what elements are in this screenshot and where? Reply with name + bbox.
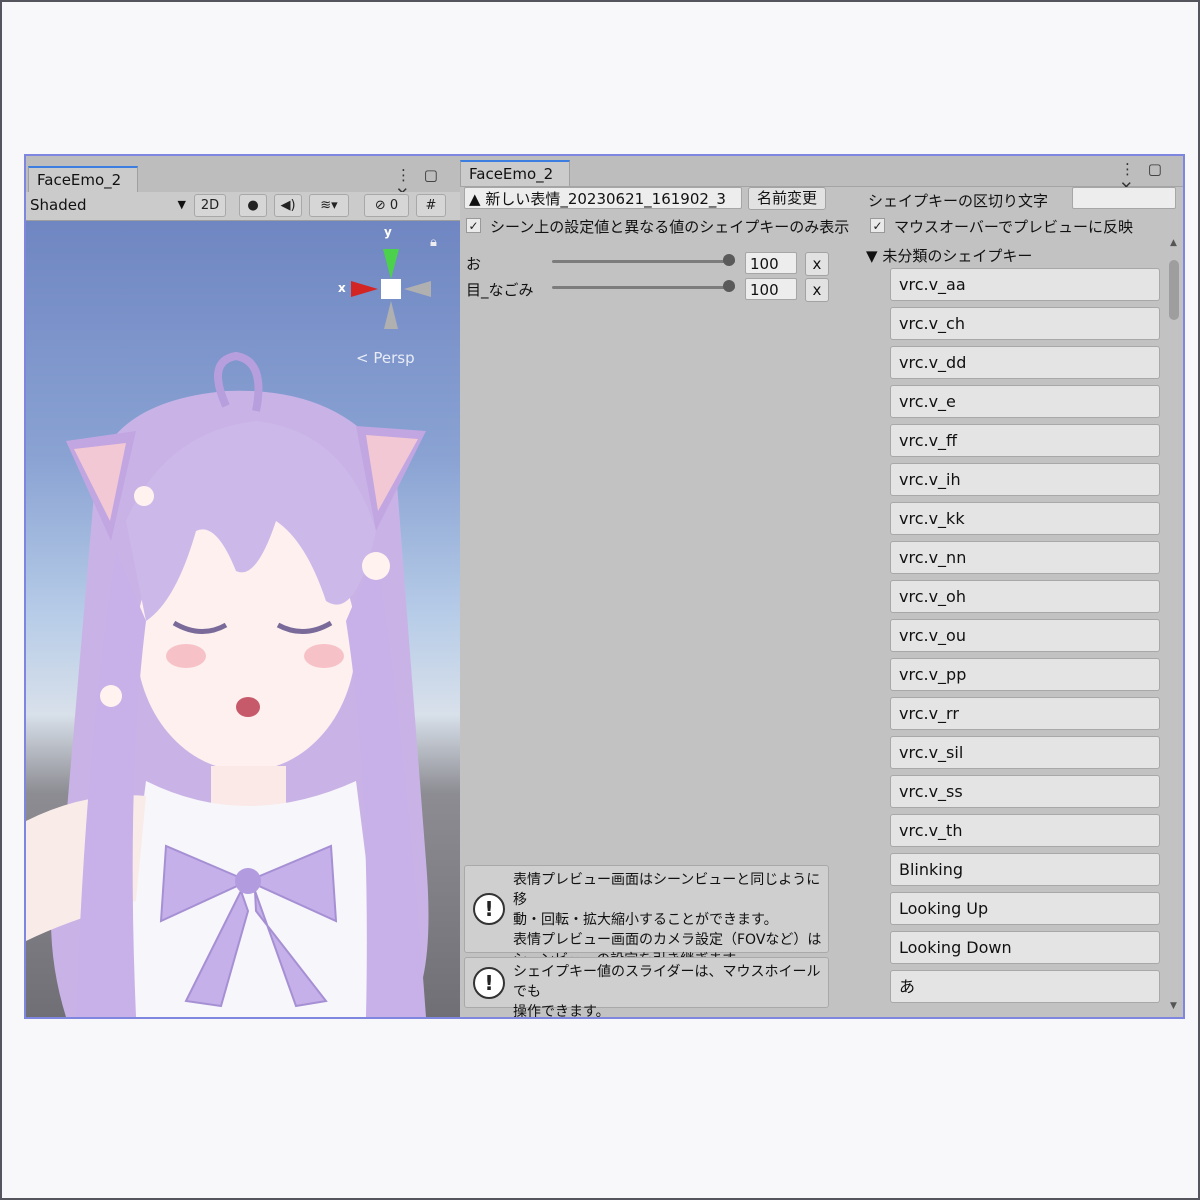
grid-icon: # [425, 198, 437, 213]
eye-slash-icon: ⊘ [374, 198, 386, 213]
shape-key-button[interactable]: vrc.v_nn [890, 541, 1160, 574]
help-text-camera: 表情プレビュー画面はシーンビューと同じように移 動・回転・拡大縮小することができ… [513, 870, 823, 970]
shape-value-slider[interactable] [552, 286, 735, 289]
category-foldout[interactable]: ▼ 未分類のシェイプキー [866, 245, 1032, 266]
rename-button-label: 名前変更 [756, 189, 817, 207]
triangle-down-icon: ▼ [866, 247, 878, 265]
faceemo-tabstrip: FaceEmo_2 ⋮ ▢ ✕ [460, 156, 1183, 196]
scene-tab-label: FaceEmo_2 [37, 171, 122, 189]
shape-key-button[interactable]: vrc.v_ss [890, 775, 1160, 808]
shape-key-button[interactable]: vrc.v_oh [890, 580, 1160, 613]
shading-mode-dropdown[interactable]: Shaded ▼ [30, 194, 186, 216]
help-text-slider: シェイプキー値のスライダーは、マウスホイールでも 操作できます。 [513, 962, 823, 1019]
dropdown-arrow-icon: ▼ [177, 198, 186, 211]
grid-toggle-button[interactable]: # [416, 194, 446, 217]
scroll-down-icon[interactable]: ▼ [1170, 1001, 1177, 1011]
shape-key-button[interactable]: vrc.v_ou [890, 619, 1160, 652]
audio-toggle-button[interactable]: ◀) [274, 194, 302, 217]
shape-key-button[interactable]: Looking Down [890, 931, 1160, 964]
speaker-icon: ◀) [280, 198, 296, 213]
shape-key-button[interactable]: Blinking [890, 853, 1160, 886]
shape-key-button[interactable]: vrc.v_aa [890, 268, 1160, 301]
scene-view-panel: FaceEmo_2 ⋮ ▢ ✕ Shaded ▼ 2D ● ◀) [26, 156, 461, 1017]
gizmo-x-label: x [338, 281, 346, 295]
scene-tab[interactable]: FaceEmo_2 [28, 166, 138, 192]
hidden-objects-button[interactable]: ⊘ 0 [364, 194, 409, 217]
shape-key-button[interactable]: vrc.v_kk [890, 502, 1160, 535]
faceemo-tab-label: FaceEmo_2 [469, 165, 554, 183]
shape-key-button[interactable]: vrc.v_e [890, 385, 1160, 418]
mouseover-preview-label: マウスオーバーでプレビューに反映 [894, 218, 1133, 236]
kebab-menu-icon[interactable]: ⋮ [1120, 160, 1135, 178]
remove-shape-label: x [812, 281, 822, 299]
shape-key-button[interactable]: あ [890, 970, 1160, 1003]
maximize-icon[interactable]: ▢ [424, 166, 438, 184]
slider-thumb[interactable] [723, 280, 735, 292]
lighting-toggle-button[interactable]: ● [239, 194, 267, 217]
faceemo-panel: FaceEmo_2 ⋮ ▢ ✕ ▲ 新しい表情_20230621_161902_… [460, 156, 1183, 1017]
hidden-count: 0 [389, 198, 399, 213]
scene-toolbar: Shaded ▼ 2D ● ◀) ≋▾ ⊘ 0 # [26, 192, 460, 221]
shape-key-button[interactable]: vrc.v_pp [890, 658, 1160, 691]
shape-key-button[interactable]: vrc.v_ih [890, 463, 1160, 496]
shape-value-slider[interactable] [552, 260, 735, 263]
scrollbar-thumb[interactable] [1169, 260, 1179, 320]
lock-icon[interactable]: 🔒︎ [430, 235, 437, 250]
help-line: 操作できます。 [513, 1004, 610, 1019]
kebab-menu-icon[interactable]: ⋮ [396, 166, 411, 184]
category-label: 未分類のシェイプキー [882, 247, 1033, 265]
shape-key-scrollbar[interactable]: ▲ ▼ [1167, 238, 1181, 1011]
shape-key-button[interactable]: vrc.v_ch [890, 307, 1160, 340]
help-line: 表情プレビュー画面のカメラ設定（FOVなど）は [513, 932, 822, 948]
scroll-up-icon[interactable]: ▲ [1170, 238, 1177, 248]
shape-key-button[interactable]: vrc.v_sil [890, 736, 1160, 769]
faceemo-tab[interactable]: FaceEmo_2 [460, 160, 570, 186]
unity-editor-window: FaceEmo_2 ⋮ ▢ ✕ Shaded ▼ 2D ● ◀) [24, 154, 1185, 1019]
animation-clip-icon: ▲ [469, 190, 481, 208]
shape-value-input[interactable]: 100 [745, 278, 797, 300]
slider-thumb[interactable] [723, 254, 735, 266]
delimiter-input[interactable] [1072, 187, 1176, 209]
help-box-slider: ! シェイプキー値のスライダーは、マウスホイールでも 操作できます。 [464, 957, 829, 1017]
shape-value-input[interactable]: 100 [745, 252, 797, 274]
outer-frame: FaceEmo_2 ⋮ ▢ ✕ Shaded ▼ 2D ● ◀) [0, 0, 1200, 1200]
projection-label: Persp [373, 349, 415, 367]
remove-shape-button[interactable]: x [805, 278, 829, 302]
help-line: 表情プレビュー画面はシーンビューと同じように移 [513, 872, 821, 908]
help-line: 動・回転・拡大縮小することができます。 [513, 912, 778, 928]
only-different-label: シーン上の設定値と異なる値のシェイプキーのみ表示 [490, 218, 850, 236]
shape-value-name: お [466, 255, 482, 273]
gizmo-y-label: y [384, 225, 392, 239]
animation-clip-name: 新しい表情_20230621_161902_3 [485, 190, 726, 208]
effects-dropdown-button[interactable]: ≋▾ [309, 194, 349, 217]
warning-icon: ! [473, 967, 505, 999]
help-box-camera: ! 表情プレビュー画面はシーンビューと同じように移 動・回転・拡大縮小することが… [464, 865, 829, 968]
shape-value-name: 目_なごみ [466, 281, 534, 299]
chevron-left-icon: < [356, 349, 369, 367]
remove-shape-label: x [812, 255, 822, 273]
shape-key-button[interactable]: vrc.v_th [890, 814, 1160, 847]
help-line: シェイプキー値のスライダーは、マウスホイールでも [513, 964, 821, 1000]
warning-icon: ! [473, 893, 505, 925]
projection-toggle[interactable]: < Persp [356, 349, 415, 367]
scene-viewport[interactable]: y x 🔒︎ < Persp [26, 221, 460, 1017]
delimiter-label: シェイプキーの区切り文字 [868, 192, 1049, 210]
avatar-render [26, 249, 431, 1017]
layers-icon: ≋▾ [320, 198, 338, 213]
only-different-checkbox[interactable]: ✓ [466, 218, 481, 233]
toggle-2d-label: 2D [200, 198, 220, 213]
scene-tabstrip: FaceEmo_2 ⋮ ▢ ✕ [26, 156, 460, 202]
remove-shape-button[interactable]: x [805, 252, 829, 276]
shading-mode-label: Shaded [30, 196, 87, 214]
shape-key-button[interactable]: vrc.v_dd [890, 346, 1160, 379]
maximize-icon[interactable]: ▢ [1148, 160, 1162, 178]
rename-button[interactable]: 名前変更 [748, 187, 826, 210]
shape-key-button[interactable]: Looking Up [890, 892, 1160, 925]
lightbulb-icon: ● [247, 198, 259, 213]
toggle-2d-button[interactable]: 2D [194, 194, 226, 217]
animation-clip-field[interactable]: ▲ 新しい表情_20230621_161902_3 [464, 187, 742, 209]
shape-key-button[interactable]: vrc.v_rr [890, 697, 1160, 730]
shape-key-button[interactable]: vrc.v_ff [890, 424, 1160, 457]
mouseover-preview-checkbox[interactable]: ✓ [870, 218, 885, 233]
